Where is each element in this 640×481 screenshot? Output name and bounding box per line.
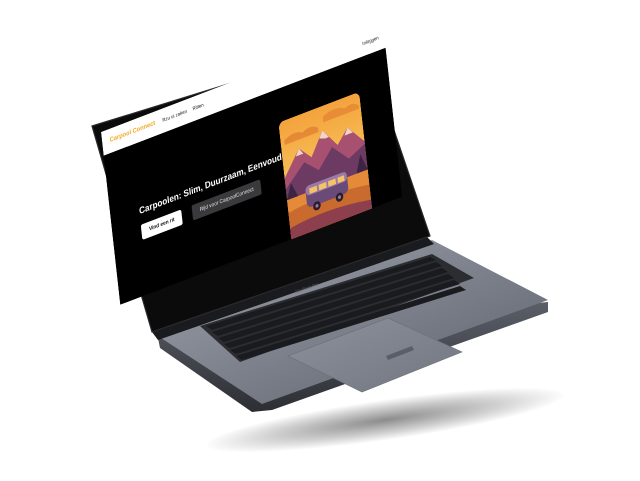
nav-item-rzu-ui-zaken[interactable]: Rzu ui zaken [162,108,187,123]
login-link[interactable]: Inloggen [362,35,379,47]
nav-item-ritten[interactable]: Ritten [192,102,204,112]
laptop-mockup-scene: MacBook Pro Carpool Connect Rzu ui zaken… [0,0,640,481]
find-ride-button[interactable]: Vind een rit [140,209,183,240]
